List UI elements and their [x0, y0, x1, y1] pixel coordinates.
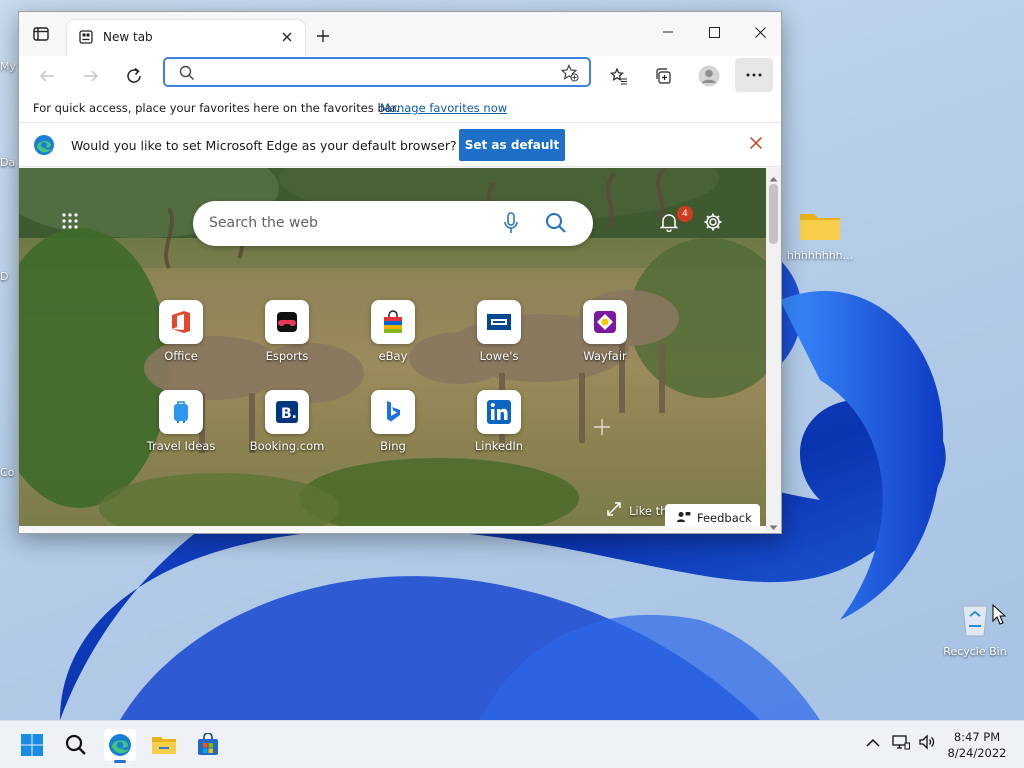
taskbar: 8:47 PM 8/24/2022 [0, 720, 1024, 768]
quick-link-esports[interactable]: Esports [242, 300, 332, 363]
lowes-logo-icon [477, 300, 521, 344]
quick-link-label: Bing [380, 439, 406, 453]
notifications-bell-icon[interactable] [659, 212, 679, 235]
recycle-bin-label: Recycle Bin [943, 645, 1007, 658]
close-tab-icon[interactable] [279, 29, 295, 45]
scrollbar-thumb[interactable] [769, 184, 778, 244]
taskbar-edge-icon[interactable] [104, 729, 136, 763]
show-hidden-icons-chevron-up-icon[interactable] [866, 737, 880, 751]
profile-avatar-icon[interactable] [693, 60, 725, 92]
collections-icon[interactable] [647, 60, 679, 92]
manage-favorites-link[interactable]: Manage favorites now [380, 101, 507, 115]
settings-more-icon[interactable] [735, 58, 773, 92]
quick-link-travel-ideas[interactable]: Travel Ideas [136, 390, 226, 453]
address-bar[interactable] [163, 57, 591, 87]
start-windows-icon[interactable] [16, 729, 48, 761]
desktop-label-clipped: D [0, 270, 9, 283]
quick-link-bing[interactable]: Bing [348, 390, 438, 453]
esports-gamepad-icon [265, 300, 309, 344]
set-as-default-button[interactable]: Set as default [459, 129, 565, 161]
scroll-up-arrow-icon[interactable] [769, 171, 778, 185]
quick-link-label: Wayfair [583, 349, 627, 363]
add-quick-link-plus-icon[interactable] [593, 418, 611, 439]
like-text: Like th [629, 503, 668, 518]
scroll-down-arrow-icon[interactable] [769, 520, 778, 533]
microphone-icon[interactable] [503, 212, 519, 237]
ebay-bag-icon [371, 300, 415, 344]
add-favorite-star-icon[interactable] [560, 64, 579, 85]
web-search-placeholder: Search the web [209, 215, 318, 231]
edge-logo-icon [33, 134, 55, 159]
office-logo-icon [159, 300, 203, 344]
default-browser-infobar: Would you like to set Microsoft Edge as … [19, 122, 781, 167]
favorites-bar: For quick access, place your favorites h… [19, 96, 781, 122]
svg-text:B.: B. [281, 406, 297, 422]
vertical-scrollbar[interactable] [766, 168, 781, 532]
taskbar-store-icon[interactable] [192, 729, 224, 761]
desktop-label-clipped: Co [0, 466, 15, 479]
close-infobar-icon[interactable] [749, 136, 763, 153]
new-tab-plus-icon[interactable] [313, 26, 333, 46]
quick-link-label: Esports [265, 349, 309, 363]
volume-icon[interactable] [918, 733, 936, 754]
expand-arrows-icon [607, 502, 621, 519]
tab-new-tab[interactable]: New tab [67, 20, 305, 56]
navigation-toolbar [19, 56, 781, 96]
quick-link-label: Lowe's [479, 349, 519, 363]
network-icon[interactable] [892, 733, 910, 754]
quick-link-label: LinkedIn [474, 439, 524, 453]
quick-link-ebay[interactable]: eBay [348, 300, 438, 363]
quick-link-office[interactable]: Office [136, 300, 226, 363]
bing-logo-icon [371, 390, 415, 434]
feedback-person-icon [677, 511, 691, 526]
quick-link-label: Booking.com [249, 439, 325, 453]
minimize-icon[interactable] [645, 12, 691, 52]
mouse-cursor-icon [992, 603, 1007, 629]
page-settings-gear-icon[interactable] [703, 212, 723, 235]
linkedin-logo-icon [477, 390, 521, 434]
apps-launcher-icon[interactable] [61, 212, 79, 233]
web-search-icon[interactable] [545, 212, 567, 237]
new-tab-page: Search the web 4 Office Esports eBay Low… [19, 168, 766, 526]
search-icon [179, 65, 195, 84]
tab-actions-icon[interactable] [29, 24, 53, 44]
edge-browser-window: New tab For quick access, place your fav… [18, 11, 782, 534]
travel-suitcase-icon [159, 390, 203, 434]
favorites-bar-message: For quick access, place your favorites h… [33, 101, 400, 115]
quick-link-booking[interactable]: B. Booking.com [242, 390, 332, 453]
title-bar: New tab [19, 12, 781, 56]
maximize-icon[interactable] [691, 12, 737, 52]
clock-date: 8/24/2022 [947, 746, 1007, 760]
infobar-message: Would you like to set Microsoft Edge as … [71, 138, 457, 153]
taskbar-file-explorer-icon[interactable] [148, 729, 180, 761]
tab-title: New tab [103, 30, 153, 44]
folder-label: hhhhhhhh... [786, 249, 854, 262]
quick-link-wayfair[interactable]: Wayfair [560, 300, 650, 363]
back-arrow-icon[interactable] [31, 60, 63, 92]
notification-count-badge: 4 [677, 206, 693, 222]
like-this-background[interactable]: Like th [607, 502, 667, 519]
quick-link-lowes[interactable]: Lowe's [454, 300, 544, 363]
taskbar-search-icon[interactable] [60, 729, 92, 761]
desktop-folder[interactable]: hhhhhhhh... [780, 208, 860, 262]
system-clock[interactable]: 8:47 PM 8/24/2022 [944, 729, 1010, 761]
quick-link-label: Travel Ideas [146, 439, 216, 453]
close-window-icon[interactable] [737, 12, 781, 52]
quick-link-label: Office [164, 349, 198, 363]
forward-arrow-icon[interactable] [75, 60, 107, 92]
quick-link-label: eBay [378, 349, 408, 363]
booking-logo-icon: B. [265, 390, 309, 434]
wayfair-logo-icon [583, 300, 627, 344]
clock-time: 8:47 PM [953, 730, 1001, 744]
favorites-icon[interactable] [603, 60, 635, 92]
folder-icon [780, 208, 860, 245]
desktop-label-clipped: My [0, 60, 17, 73]
new-tab-favicon-icon [79, 30, 93, 47]
quick-link-linkedin[interactable]: LinkedIn [454, 390, 544, 453]
web-search-box[interactable]: Search the web [193, 201, 593, 246]
feedback-button[interactable]: Feedback [665, 504, 760, 526]
refresh-icon[interactable] [118, 60, 150, 92]
desktop-label-clipped: Da [0, 156, 16, 169]
feedback-label: Feedback [697, 511, 752, 525]
